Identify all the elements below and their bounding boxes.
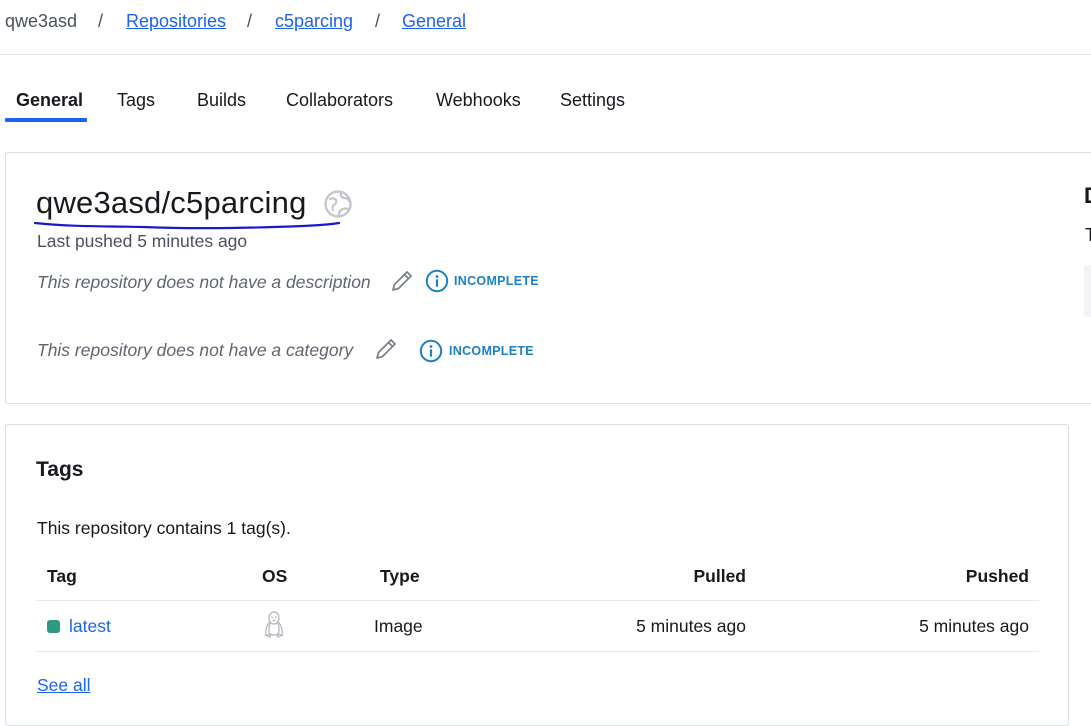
- tag-link-latest[interactable]: latest: [69, 616, 111, 637]
- edit-description-pencil-icon[interactable]: [389, 268, 415, 294]
- tags-card: Tags This repository contains 1 tag(s). …: [5, 424, 1069, 726]
- see-all-tags-link[interactable]: See all: [37, 675, 91, 696]
- table-header-divider: [37, 600, 1039, 601]
- description-incomplete-badge: INCOMPLETE: [454, 274, 539, 288]
- category-text: This repository does not have a category: [37, 340, 354, 360]
- column-header-pushed: Pushed: [965, 566, 1029, 586]
- repository-info-card: qwe3asd/c5parcing Last pushed 5 minutes …: [5, 152, 1091, 404]
- active-tab-indicator: [5, 118, 87, 122]
- breadcrumb-separator: /: [375, 11, 381, 31]
- column-header-os: OS: [262, 566, 288, 586]
- breadcrumb-repositories-link[interactable]: Repositories: [126, 11, 226, 32]
- breadcrumb-current-link[interactable]: General: [402, 11, 466, 32]
- tag-pushed-time: 5 minutes ago: [919, 616, 1029, 636]
- tags-heading: Tags: [36, 458, 84, 481]
- tab-webhooks[interactable]: Webhooks: [436, 90, 521, 111]
- column-header-type: Type: [380, 566, 420, 586]
- info-icon: [419, 339, 443, 363]
- repository-title: qwe3asd/c5parcing: [36, 185, 307, 220]
- linux-icon: [264, 611, 284, 638]
- category-incomplete-badge: INCOMPLETE: [449, 344, 534, 358]
- tags-count-text: This repository contains 1 tag(s).: [37, 518, 291, 538]
- tab-collaborators[interactable]: Collaborators: [286, 90, 393, 111]
- tab-builds[interactable]: Builds: [197, 90, 246, 111]
- tab-settings[interactable]: Settings: [560, 90, 625, 111]
- breadcrumb-separator: /: [98, 11, 104, 31]
- tag-status-dot: [47, 620, 60, 633]
- tag-pulled-time: 5 minutes ago: [636, 616, 746, 636]
- handwritten-underline-annotation: [33, 221, 341, 230]
- breadcrumb-separator: /: [247, 11, 253, 31]
- edit-category-pencil-icon[interactable]: [373, 336, 399, 362]
- tab-bar: General Tags Builds Collaborators Webhoo…: [0, 85, 700, 125]
- tab-tags[interactable]: Tags: [117, 90, 155, 111]
- description-text: This repository does not have a descript…: [37, 272, 371, 292]
- breadcrumb-user: qwe3asd: [5, 11, 78, 31]
- category-row: This repository does not have a category…: [37, 336, 557, 366]
- table-row-divider: [37, 651, 1039, 652]
- side-panel-text-partial: T: [1085, 225, 1091, 245]
- column-header-tag: Tag: [47, 566, 77, 586]
- side-panel-box-partial: [1084, 265, 1091, 317]
- tag-type: Image: [374, 616, 423, 636]
- breadcrumb: qwe3asd / Repositories / c5parcing / Gen…: [0, 0, 1091, 55]
- description-row: This repository does not have a descript…: [37, 268, 557, 298]
- column-header-pulled: Pulled: [693, 566, 746, 586]
- globe-icon: [324, 190, 352, 218]
- side-panel-heading-partial: D: [1084, 183, 1091, 209]
- breadcrumb-repo-link[interactable]: c5parcing: [275, 11, 353, 32]
- tab-general[interactable]: General: [16, 90, 83, 111]
- info-icon: [425, 269, 449, 293]
- last-pushed-text: Last pushed 5 minutes ago: [37, 231, 248, 251]
